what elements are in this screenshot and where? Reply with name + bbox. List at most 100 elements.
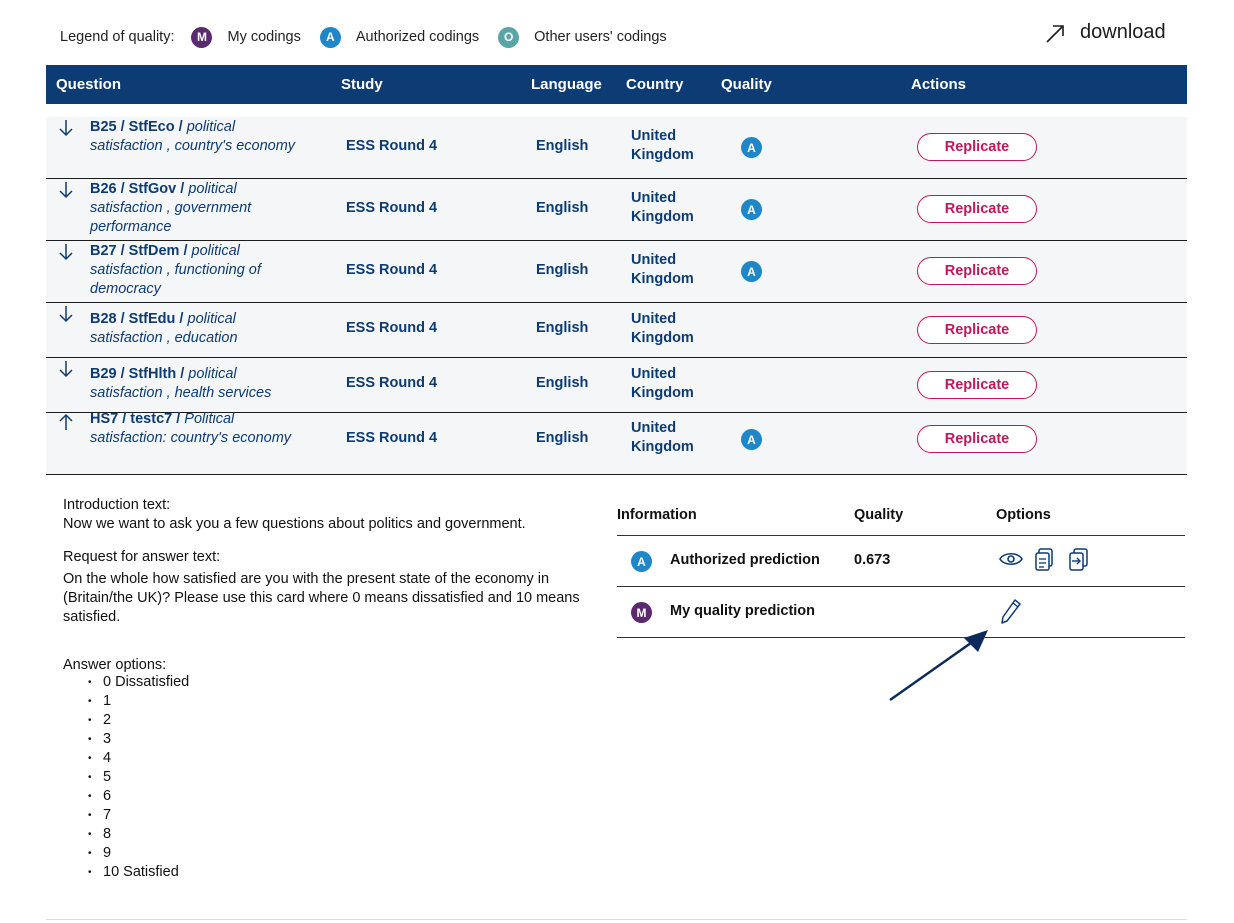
my-codings-badge-icon: M [191,26,213,48]
expand-arrow-down-icon[interactable] [58,243,74,265]
question-code: B26 / StfGov / [90,181,189,197]
list-item: 9 [63,844,608,863]
replicate-button[interactable]: Replicate [917,425,1037,453]
view-eye-icon[interactable] [998,546,1024,572]
question-cell[interactable]: B27 / StfDem / political satisfaction , … [90,242,300,299]
expand-arrow-down-icon[interactable] [58,360,74,382]
language-cell: English [536,320,589,336]
question-cell[interactable]: B25 / StfEco / political satisfaction , … [90,118,300,156]
replicate-button[interactable]: Replicate [917,133,1037,161]
request-label: Request for answer text: [63,549,221,565]
language-cell: English [536,200,589,216]
question-cell[interactable]: HS7 / testc7 / Political satisfaction: c… [90,410,300,448]
list-item: 5 [63,768,608,787]
study-cell: ESS Round 4 [346,138,438,154]
arrow-up-right-icon [1046,24,1064,43]
column-header-actions: Actions [911,76,967,93]
legend-item-label: Authorized codings [355,29,480,45]
list-item: 1 [63,692,608,711]
download-label: download [1080,21,1166,43]
legend-item-label: My codings [227,29,301,45]
my-codings-badge-icon: M [631,602,652,623]
list-item: 0 Dissatisfied [63,673,608,692]
language-cell: English [536,138,589,154]
legend-item-my-codings: M My codings [191,26,301,48]
table-row[interactable]: B29 / StfHlth / political satisfaction ,… [46,358,1187,413]
table-row[interactable]: B27 / StfDem / political satisfaction , … [46,241,1187,303]
study-cell: ESS Round 4 [346,375,438,391]
question-cell[interactable]: B26 / StfGov / political satisfaction , … [90,180,300,237]
request-text: On the whole how satisfied are you with … [63,571,580,625]
study-cell: ESS Round 4 [346,200,438,216]
other-users-badge-icon: O [498,26,520,48]
column-header-question[interactable]: Question [56,76,121,93]
authorized-quality-badge-icon: A [741,429,762,450]
questions-table: B25 / StfEco / political satisfaction , … [46,117,1187,475]
table-row[interactable]: B25 / StfEco / political satisfaction , … [46,117,1187,179]
info-header-information: Information [617,507,697,523]
replicate-button[interactable]: Replicate [917,195,1037,223]
language-cell: English [536,375,589,391]
authorized-badge-icon: A [631,551,652,572]
question-code: B28 / StfEdu / [90,311,188,327]
table-row-expanded[interactable]: HS7 / testc7 / Political satisfaction: c… [46,410,1187,475]
language-cell: English [536,262,589,278]
intro-label: Introduction text: [63,497,171,513]
expand-arrow-down-icon[interactable] [58,181,74,203]
copy-export-icon[interactable] [1032,546,1058,572]
info-row-label: Authorized prediction [670,552,820,568]
expand-arrow-down-icon[interactable] [58,119,74,141]
authorized-quality-badge-icon: A [741,199,762,220]
download-link[interactable]: download [1044,21,1166,44]
authorized-badge-icon: A [319,26,341,48]
divider [46,919,1187,920]
legend-item-label: Other users' codings [534,29,667,45]
column-header-language[interactable]: Language [531,76,602,93]
list-item: 8 [63,825,608,844]
country-cell: United Kingdom [631,128,694,163]
info-header-quality: Quality [854,507,904,523]
info-header-options: Options [996,507,1051,523]
quality-legend: Legend of quality: M My codings A Author… [60,24,686,50]
column-header-quality[interactable]: Quality [721,76,772,93]
edit-pencil-icon[interactable] [998,597,1024,625]
quality-info-table: Information Quality Options A Authorized… [617,500,1185,638]
question-code: B29 / StfHlth / [90,366,189,382]
replicate-button[interactable]: Replicate [917,257,1037,285]
question-code: B25 / StfEco / [90,119,187,135]
table-header: Question Study Language Country Quality … [46,65,1187,104]
options-group [998,597,1032,625]
list-item: 4 [63,749,608,768]
legend-item-other-codings: O Other users' codings [498,26,667,48]
replicate-button[interactable]: Replicate [917,316,1037,344]
country-cell: United Kingdom [631,366,694,401]
info-row-quality: 0.673 [854,552,891,568]
authorized-quality-badge-icon: A [741,137,762,158]
legend-item-authorized-codings: A Authorized codings [319,26,480,48]
options-group [998,546,1100,572]
replicate-button[interactable]: Replicate [917,371,1037,399]
answers-label: Answer options: [63,657,167,673]
list-item: 10 Satisfied [63,863,608,882]
table-row[interactable]: B26 / StfGov / political satisfaction , … [46,179,1187,241]
info-row-label: My quality prediction [670,603,816,619]
table-row[interactable]: B28 / StfEdu / political satisfaction , … [46,303,1187,358]
question-detail: Introduction text: Now we want to ask yo… [63,497,608,882]
list-item: 3 [63,730,608,749]
language-cell: English [536,430,589,446]
authorized-quality-badge-icon: A [741,261,762,282]
column-header-study[interactable]: Study [341,76,383,93]
column-header-country[interactable]: Country [626,76,684,93]
study-cell: ESS Round 4 [346,320,438,336]
question-code: B27 / StfDem / [90,243,192,259]
expand-arrow-down-icon[interactable] [58,305,74,327]
list-item: 6 [63,787,608,806]
country-cell: United Kingdom [631,190,694,225]
import-icon[interactable] [1066,546,1092,572]
collapse-arrow-up-icon[interactable] [58,413,74,435]
question-cell[interactable]: B28 / StfEdu / political satisfaction , … [90,310,300,348]
annotation-arrow-icon [889,630,988,702]
legend-label: Legend of quality: [60,29,175,45]
intro-text: Now we want to ask you a few questions a… [63,516,526,532]
question-cell[interactable]: B29 / StfHlth / political satisfaction ,… [90,365,300,403]
